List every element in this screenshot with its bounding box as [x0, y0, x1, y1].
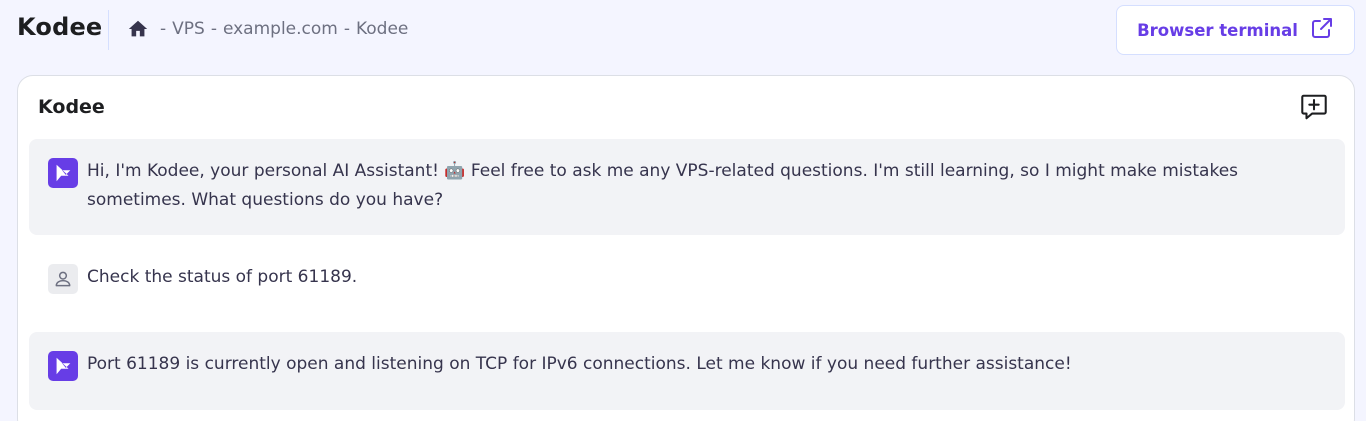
breadcrumb-item-current: Kodee [355, 19, 409, 39]
breadcrumb-separator: - [343, 19, 350, 39]
chat-title: Kodee [38, 96, 105, 118]
user-message: Check the status of port 61189. [29, 246, 1345, 310]
message-text: Check the status of port 61189. [87, 267, 358, 287]
kodee-logo-icon [48, 351, 78, 381]
breadcrumb-item-vps[interactable]: VPS [172, 19, 205, 39]
message-text: Hi, I'm Kodee, your personal AI Assistan… [87, 161, 1239, 210]
breadcrumb-separator: - [210, 19, 217, 39]
browser-terminal-label: Browser terminal [1137, 20, 1298, 40]
top-bar: Kodee - VPS - example.com - Kodee Browse… [0, 0, 1366, 60]
kodee-logo-icon [48, 158, 78, 188]
assistant-message: Port 61189 is currently open and listeni… [29, 332, 1345, 410]
chat-panel: Kodee Hi, I'm Kodee, your personal AI As… [17, 75, 1355, 421]
breadcrumb-separator: - [160, 19, 167, 39]
external-link-icon [1310, 16, 1334, 44]
new-chat-button[interactable] [1298, 93, 1330, 125]
breadcrumb: - VPS - example.com - Kodee [127, 17, 408, 41]
browser-terminal-button[interactable]: Browser terminal [1116, 5, 1355, 55]
new-chat-icon [1299, 92, 1329, 126]
breadcrumb-item-domain[interactable]: example.com [223, 19, 338, 39]
assistant-message: Hi, I'm Kodee, your personal AI Assistan… [29, 139, 1345, 235]
home-icon[interactable] [127, 18, 149, 40]
app-title: Kodee [17, 13, 103, 41]
user-icon [48, 264, 78, 294]
message-text: Port 61189 is currently open and listeni… [87, 354, 1072, 374]
header-divider [108, 10, 109, 50]
